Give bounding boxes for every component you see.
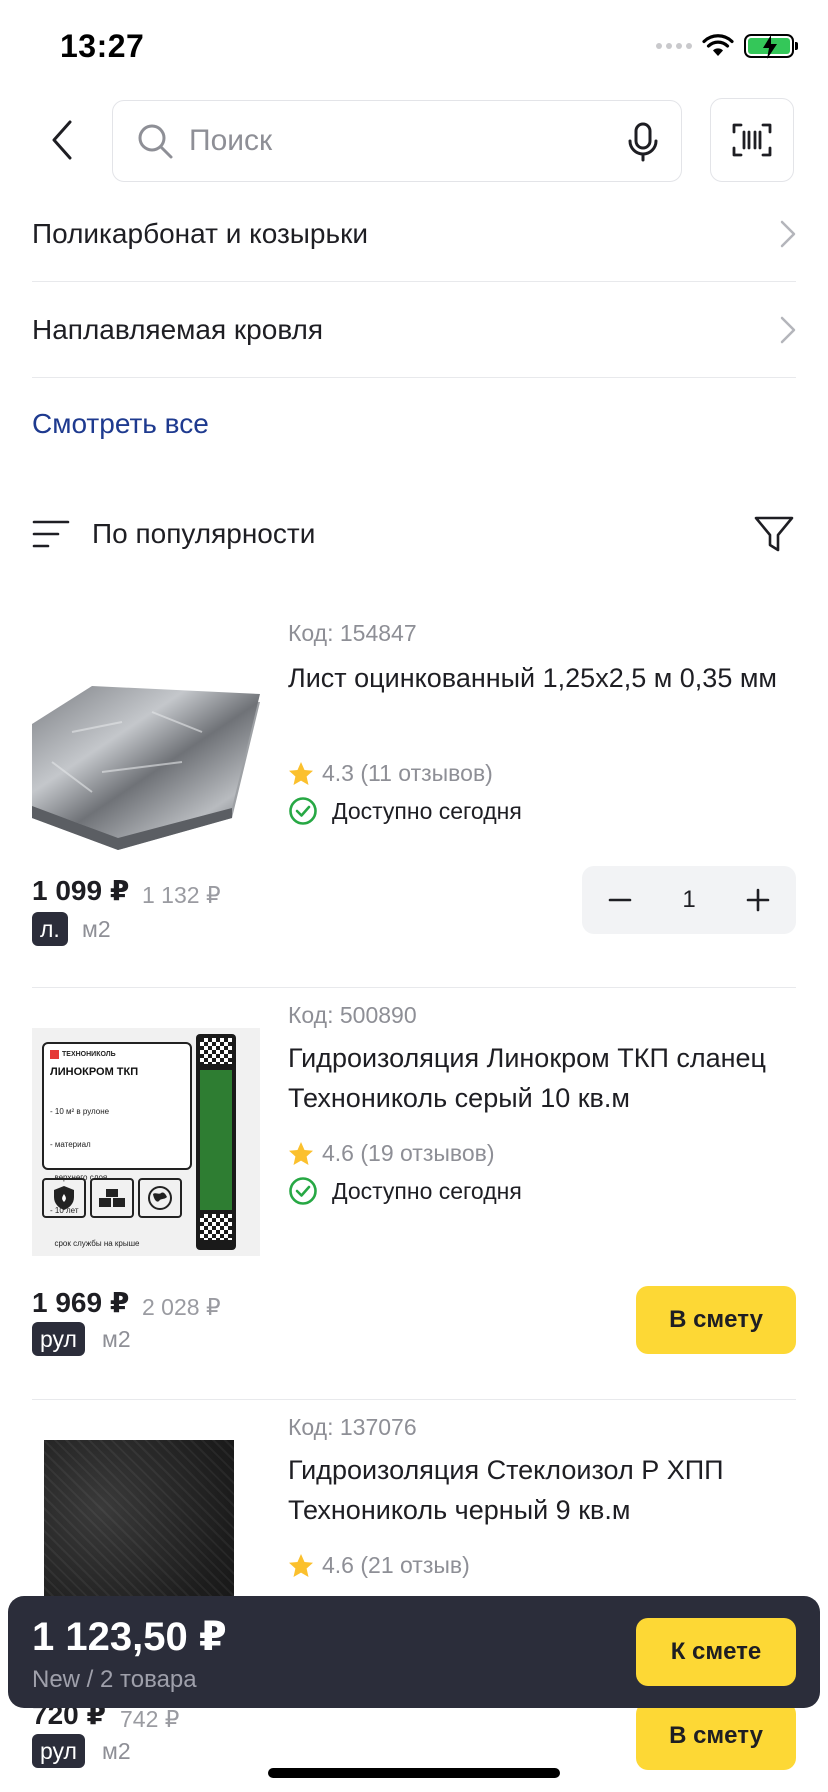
sort-label[interactable]: По популярности <box>92 518 315 550</box>
availability-text: Доступно сегодня <box>332 797 522 824</box>
bricks-icon <box>90 1178 134 1218</box>
sort-bar: По популярности <box>32 508 796 560</box>
brand-name: ТЕХНОНИКОЛЬ <box>62 1051 116 1058</box>
go-to-estimate-button[interactable]: К смете <box>636 1618 796 1686</box>
availability-text: Доступно сегодня <box>332 1177 522 1204</box>
add-to-estimate-button[interactable]: В смету <box>636 1702 796 1770</box>
increment-button[interactable] <box>742 884 774 916</box>
shield-icon <box>42 1178 86 1218</box>
availability: Доступно сегодня <box>288 1176 522 1206</box>
package-product-name: ЛИНОКРОМ ТКП <box>50 1066 139 1078</box>
search-icon <box>138 124 173 159</box>
rating-text: 4.6 (19 отзывов) <box>322 1140 495 1166</box>
product-old-price: 2 028 ₽ <box>142 1294 221 1320</box>
category-item-roofing[interactable]: Наплавляемая кровля <box>32 282 796 378</box>
package-feature-icons <box>42 1178 182 1218</box>
product-title[interactable]: Гидроизоляция Линокром ТКП сланец Технон… <box>288 1038 798 1118</box>
search-box[interactable] <box>112 100 682 182</box>
brand-logo <box>50 1050 59 1059</box>
globe-icon <box>138 1178 182 1218</box>
product-code: Код: 154847 <box>288 620 417 646</box>
plus-icon <box>746 888 770 912</box>
check-circle-icon <box>289 1177 317 1205</box>
sort-icon[interactable] <box>32 519 70 549</box>
product-rating: 4.6 (19 отзывов) <box>288 1140 495 1167</box>
unit-selector-active[interactable]: рул <box>32 1734 85 1768</box>
unit-selector-alt[interactable]: м2 <box>102 1326 131 1353</box>
product-card[interactable]: ТЕХНОНИКОЛЬ ЛИНОКРОМ ТКП - 10 м² в рулон… <box>32 988 796 1400</box>
header <box>0 96 828 192</box>
product-rating: 4.3 (11 отзывов) <box>288 760 493 787</box>
category-label: Поликарбонат и козырьки <box>32 217 368 249</box>
product-old-price: 1 132 ₽ <box>142 882 221 908</box>
category-item-polycarbonate[interactable]: Поликарбонат и козырьки <box>32 186 796 282</box>
package-features: - 10 м² в рулоне - материал верхнего сло… <box>50 1107 140 1248</box>
unit-selector-active[interactable]: л. <box>32 912 68 946</box>
product-rating: 4.6 (21 отзыв) <box>288 1552 470 1579</box>
estimate-summary-bar[interactable]: 1 123,50 ₽ New / 2 товара К смете <box>8 1596 820 1708</box>
search-input[interactable] <box>189 121 589 161</box>
category-label: Наплавляемая кровля <box>32 313 324 345</box>
rating-text: 4.3 (11 отзывов) <box>322 760 493 786</box>
chevron-right-icon <box>780 220 796 247</box>
product-image[interactable]: ТЕХНОНИКОЛЬ ЛИНОКРОМ ТКП - 10 м² в рулон… <box>32 1028 260 1256</box>
quantity-value: 1 <box>682 886 696 913</box>
product-price: 1 969 ₽ <box>32 1287 130 1318</box>
product-title[interactable]: Лист оцинкованный 1,25х2,5 м 0,35 мм <box>288 658 798 698</box>
product-title[interactable]: Гидроизоляция Стеклоизол Р ХПП Технонико… <box>288 1450 798 1530</box>
chevron-left-icon <box>52 120 72 160</box>
unit-selector-active[interactable]: рул <box>32 1322 85 1356</box>
filter-icon[interactable] <box>752 512 796 556</box>
check-circle-icon <box>289 797 317 825</box>
back-button[interactable] <box>38 112 86 168</box>
unit-selector-alt[interactable]: м2 <box>82 916 111 943</box>
product-image[interactable] <box>32 642 260 870</box>
status-icons <box>656 34 798 59</box>
status-bar: 13:27 <box>0 0 828 96</box>
battery-icon <box>744 34 798 59</box>
product-code: Код: 500890 <box>288 1002 417 1028</box>
charging-bolt-icon <box>763 35 777 59</box>
quantity-stepper[interactable]: 1 <box>582 866 796 934</box>
microphone-icon[interactable] <box>623 121 663 163</box>
cellular-signal-icon <box>656 43 692 49</box>
product-code: Код: 137076 <box>288 1414 417 1440</box>
barcode-scan-button[interactable] <box>710 98 794 182</box>
star-icon <box>289 1553 313 1577</box>
availability: Доступно сегодня <box>288 796 522 826</box>
product-old-price: 742 ₽ <box>120 1706 180 1732</box>
estimate-subtitle: New / 2 товара <box>32 1666 197 1693</box>
rating-text: 4.6 (21 отзыв) <box>322 1552 470 1578</box>
home-indicator[interactable] <box>268 1768 560 1778</box>
package-label: ТЕХНОНИКОЛЬ ЛИНОКРОМ ТКП - 10 м² в рулон… <box>42 1042 192 1248</box>
product-price: 1 099 ₽ <box>32 875 130 906</box>
decrement-button[interactable] <box>604 884 636 916</box>
star-icon <box>289 1141 313 1165</box>
minus-icon <box>608 898 632 902</box>
star-icon <box>289 761 313 785</box>
barcode-icon <box>732 123 772 157</box>
see-all-link[interactable]: Смотреть все <box>32 408 209 440</box>
product-card[interactable]: Код: 154847 Лист оцинкованный 1,25х2,5 м… <box>32 612 796 988</box>
unit-selector-alt[interactable]: м2 <box>102 1738 131 1765</box>
add-to-estimate-button[interactable]: В смету <box>636 1286 796 1354</box>
roll-image <box>196 1034 236 1250</box>
status-time: 13:27 <box>60 28 145 64</box>
wifi-icon <box>702 34 734 56</box>
estimate-total: 1 123,50 ₽ <box>32 1615 227 1659</box>
chevron-right-icon <box>780 316 796 343</box>
